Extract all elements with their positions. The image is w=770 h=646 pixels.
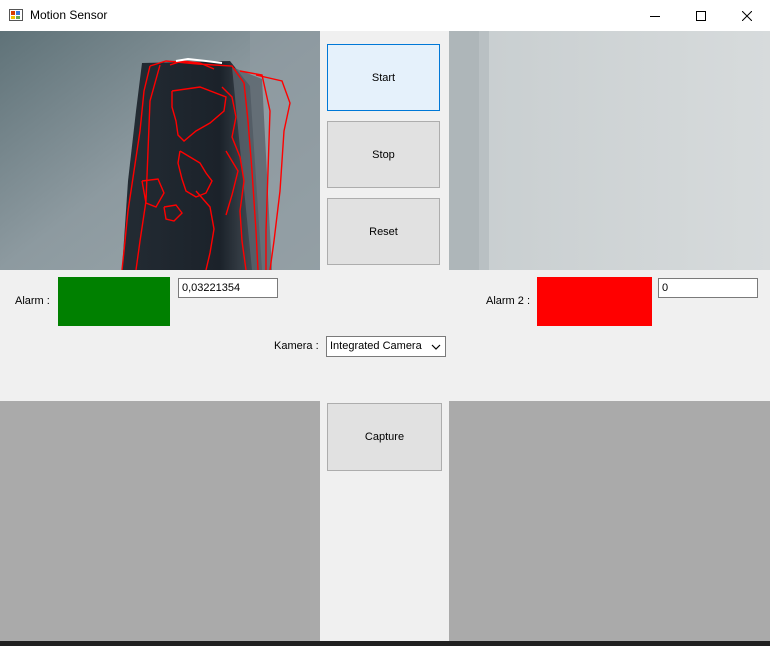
camera-label: Kamera : <box>274 340 319 352</box>
reset-button[interactable]: Reset <box>327 198 440 265</box>
title-bar: Motion Sensor <box>0 0 770 31</box>
close-button[interactable] <box>724 0 770 31</box>
close-icon <box>742 10 752 21</box>
minimize-button[interactable] <box>632 0 678 31</box>
alarm1-value-field[interactable]: 0,03221354 <box>178 278 278 298</box>
minimize-icon <box>650 15 660 17</box>
alarm2-indicator <box>537 277 652 326</box>
chevron-down-icon <box>431 344 441 350</box>
capture-panel-left <box>0 401 320 641</box>
alarm2-label: Alarm 2 : <box>486 295 531 307</box>
alarm1-indicator <box>58 277 170 326</box>
start-button[interactable]: Start <box>327 44 440 111</box>
main-window: Motion Sensor Start Stop Reset Alarm: 0… <box>0 0 770 641</box>
camera-feed-right <box>449 31 770 270</box>
camera-feed-left <box>0 31 320 270</box>
alarm2-value-field[interactable]: 0 <box>658 278 758 298</box>
maximize-icon <box>696 10 706 21</box>
maximize-button[interactable] <box>678 0 724 31</box>
capture-button[interactable]: Capture <box>327 403 442 471</box>
stop-button[interactable]: Stop <box>327 121 440 188</box>
alarm1-label: Alarm : <box>15 295 50 307</box>
app-icon <box>9 9 23 21</box>
camera-select[interactable]: Integrated Camera <box>326 336 446 357</box>
camera-select-value: Integrated Camera <box>330 340 422 352</box>
window-title: Motion Sensor <box>30 8 108 22</box>
capture-panel-right <box>449 401 770 641</box>
